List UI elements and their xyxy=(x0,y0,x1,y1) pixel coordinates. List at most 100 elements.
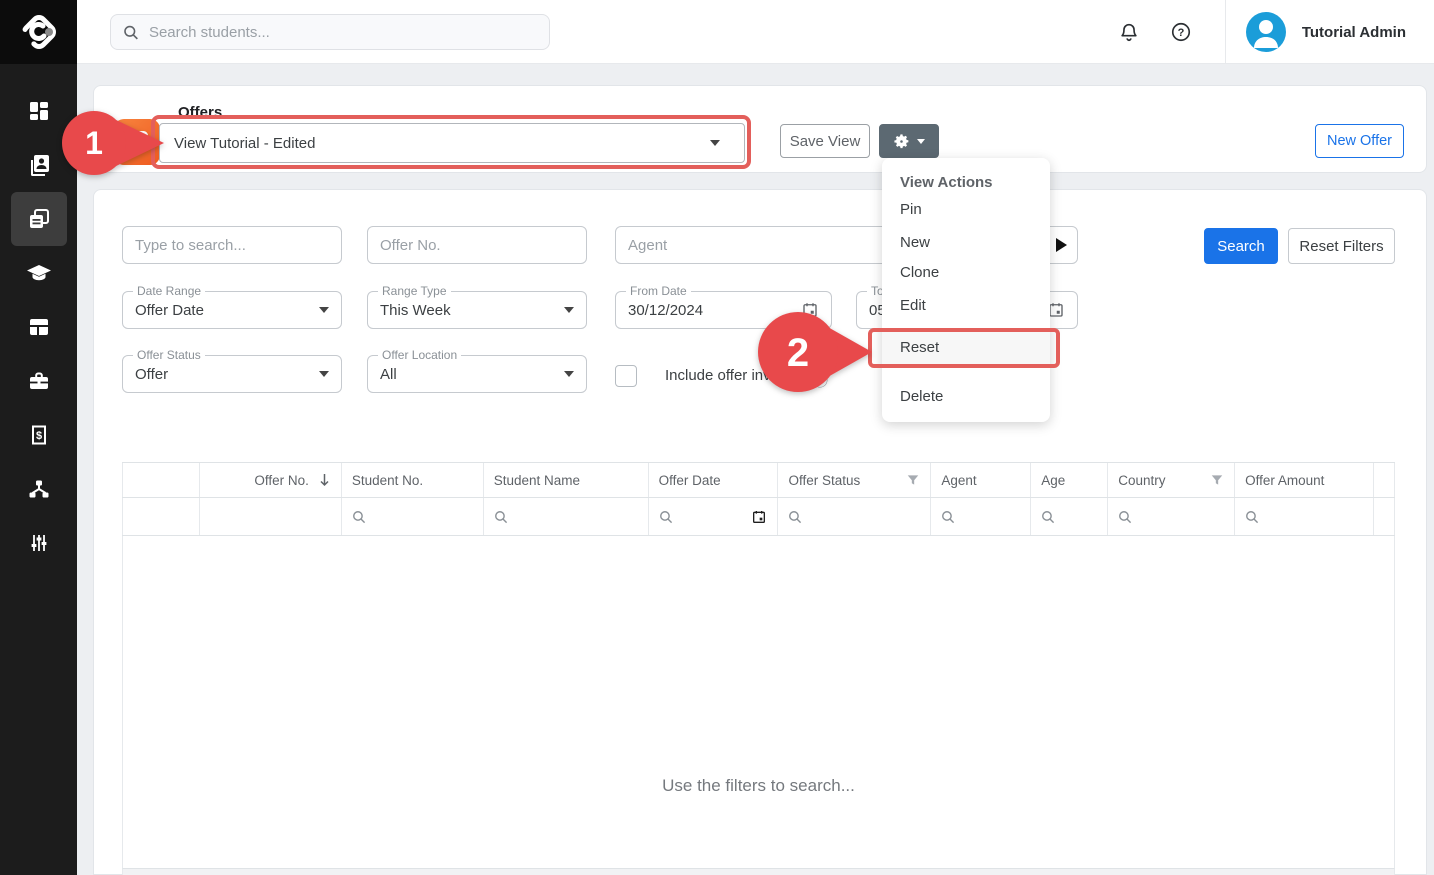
offers-table: Offer No. Student No. Student Name Offer… xyxy=(122,462,1395,875)
menu-item-edit[interactable]: Edit xyxy=(882,292,1050,320)
range-type-select[interactable]: Range Type This Week xyxy=(367,291,587,329)
keyword-search-field xyxy=(122,226,342,264)
chevron-down-icon xyxy=(917,139,925,144)
info-icon[interactable]: ⓘ xyxy=(812,367,828,391)
sidebar-item-agents-network[interactable] xyxy=(11,462,67,516)
table-filter-row xyxy=(122,498,1395,536)
column-header-student-no[interactable]: Student No. xyxy=(342,463,484,497)
filter-cell xyxy=(122,498,200,535)
user-name[interactable]: Tutorial Admin xyxy=(1302,24,1406,41)
contacts-icon xyxy=(27,153,51,177)
chevron-down-icon xyxy=(319,371,329,377)
table-body: Use the filters to search... xyxy=(122,536,1395,869)
offers-filter-card: Search Reset Filters Date Range Offer Da… xyxy=(93,189,1427,875)
agent-expand-icon[interactable] xyxy=(1056,238,1067,252)
date-range-value: Offer Date xyxy=(135,302,204,319)
column-header-offer-no[interactable]: Offer No. xyxy=(200,463,342,497)
student-search-input[interactable] xyxy=(149,24,537,41)
topbar: ? Tutorial Admin xyxy=(77,0,1434,64)
sliders-icon xyxy=(27,531,51,555)
topbar-right: ? Tutorial Admin xyxy=(1109,0,1434,64)
column-header-student-name[interactable]: Student Name xyxy=(484,463,649,497)
offer-location-select[interactable]: Offer Location All xyxy=(367,355,587,393)
sidebar-item-courses[interactable] xyxy=(11,246,67,300)
new-offer-button[interactable]: New Offer xyxy=(1315,124,1404,158)
student-search-box[interactable] xyxy=(110,14,550,50)
sidebar-item-services[interactable] xyxy=(11,354,67,408)
column-header-agent[interactable]: Agent xyxy=(931,463,1031,497)
menu-item-new[interactable]: New xyxy=(882,229,1050,257)
sidebar-item-settings[interactable] xyxy=(11,516,67,570)
view-selector-value: View Tutorial - Edited xyxy=(174,135,315,152)
bell-icon xyxy=(1118,21,1140,43)
dashboard-icon xyxy=(27,99,51,123)
sidebar-item-invoices[interactable]: $ xyxy=(11,408,67,462)
app-logo[interactable] xyxy=(0,0,77,64)
filter-cell-agent[interactable] xyxy=(931,498,1031,535)
help-icon: ? xyxy=(1170,21,1192,43)
search-icon xyxy=(494,510,508,524)
user-avatar[interactable] xyxy=(1246,12,1286,52)
column-header-offer-date[interactable]: Offer Date xyxy=(649,463,779,497)
menu-item-pin[interactable]: Pin xyxy=(882,196,1050,224)
search-icon xyxy=(659,510,673,524)
column-header-offer-amount[interactable]: Offer Amount xyxy=(1235,463,1374,497)
view-actions-menu: View Actions Pin New Clone Edit Reset De… xyxy=(882,158,1050,422)
menu-item-clone[interactable]: Clone xyxy=(882,259,1050,287)
help-button[interactable]: ? xyxy=(1161,12,1201,52)
svg-text:$: $ xyxy=(35,430,41,442)
filter-cell-student-name[interactable] xyxy=(484,498,649,535)
sidebar-item-dashboard[interactable] xyxy=(11,84,67,138)
column-header-country[interactable]: Country xyxy=(1108,463,1235,497)
offer-no-field xyxy=(367,226,587,264)
date-range-select[interactable]: Date Range Offer Date xyxy=(122,291,342,329)
include-offer-invoices-label: Include offer invoices xyxy=(665,367,806,384)
range-type-value: This Week xyxy=(380,302,451,319)
offer-location-label: Offer Location xyxy=(378,348,461,362)
filter-cell-country[interactable] xyxy=(1108,498,1235,535)
view-selector-dropdown[interactable]: View Tutorial - Edited xyxy=(159,123,745,163)
sidebar-item-boards[interactable] xyxy=(11,300,67,354)
range-type-label: Range Type xyxy=(378,284,451,298)
calendar-icon[interactable] xyxy=(751,509,767,525)
search-icon xyxy=(1245,510,1259,524)
sidebar-item-contacts[interactable] xyxy=(11,138,67,192)
from-date-field[interactable]: From Date 30/12/2024 xyxy=(615,291,832,329)
horizontal-scrollbar[interactable] xyxy=(122,869,1395,875)
calendar-icon[interactable] xyxy=(801,301,819,319)
keyword-search-input[interactable] xyxy=(123,227,341,263)
search-icon xyxy=(788,510,802,524)
invoice-icon: $ xyxy=(27,423,51,447)
filter-cell-age[interactable] xyxy=(1031,498,1108,535)
sidebar-item-offers[interactable] xyxy=(11,192,67,246)
logo-icon xyxy=(19,12,59,52)
reset-filters-button[interactable]: Reset Filters xyxy=(1288,228,1395,264)
offer-no-input[interactable] xyxy=(368,227,586,263)
offer-location-value: All xyxy=(380,366,397,383)
menu-item-delete[interactable]: Delete xyxy=(882,383,1050,411)
page-title: Offers xyxy=(178,104,222,121)
filter-cell-offer-amount[interactable] xyxy=(1235,498,1374,535)
chevron-down-icon xyxy=(564,371,574,377)
person-icon xyxy=(1246,12,1286,52)
filter-cell[interactable] xyxy=(200,498,342,535)
table-header-row: Offer No. Student No. Student Name Offer… xyxy=(122,462,1395,498)
sidebar-nav: $ xyxy=(0,64,77,570)
column-header-age[interactable]: Age xyxy=(1031,463,1108,497)
filter-cell-student-no[interactable] xyxy=(342,498,484,535)
offer-status-value: Offer xyxy=(135,366,168,383)
column-header-offer-status[interactable]: Offer Status xyxy=(778,463,931,497)
filter-cell-offer-date[interactable] xyxy=(649,498,779,535)
search-icon xyxy=(352,510,366,524)
include-offer-invoices-checkbox[interactable] xyxy=(615,365,637,387)
menu-item-reset[interactable]: Reset xyxy=(882,330,1050,366)
notifications-button[interactable] xyxy=(1109,12,1149,52)
search-button[interactable]: Search xyxy=(1204,228,1278,264)
view-actions-gear-button[interactable] xyxy=(879,124,939,158)
offer-status-select[interactable]: Offer Status Offer xyxy=(122,355,342,393)
save-view-button[interactable]: Save View xyxy=(780,124,870,158)
filter-funnel-icon[interactable] xyxy=(1210,473,1224,487)
menu-title: View Actions xyxy=(900,174,993,191)
filter-funnel-icon[interactable] xyxy=(906,473,920,487)
filter-cell-offer-status[interactable] xyxy=(778,498,931,535)
